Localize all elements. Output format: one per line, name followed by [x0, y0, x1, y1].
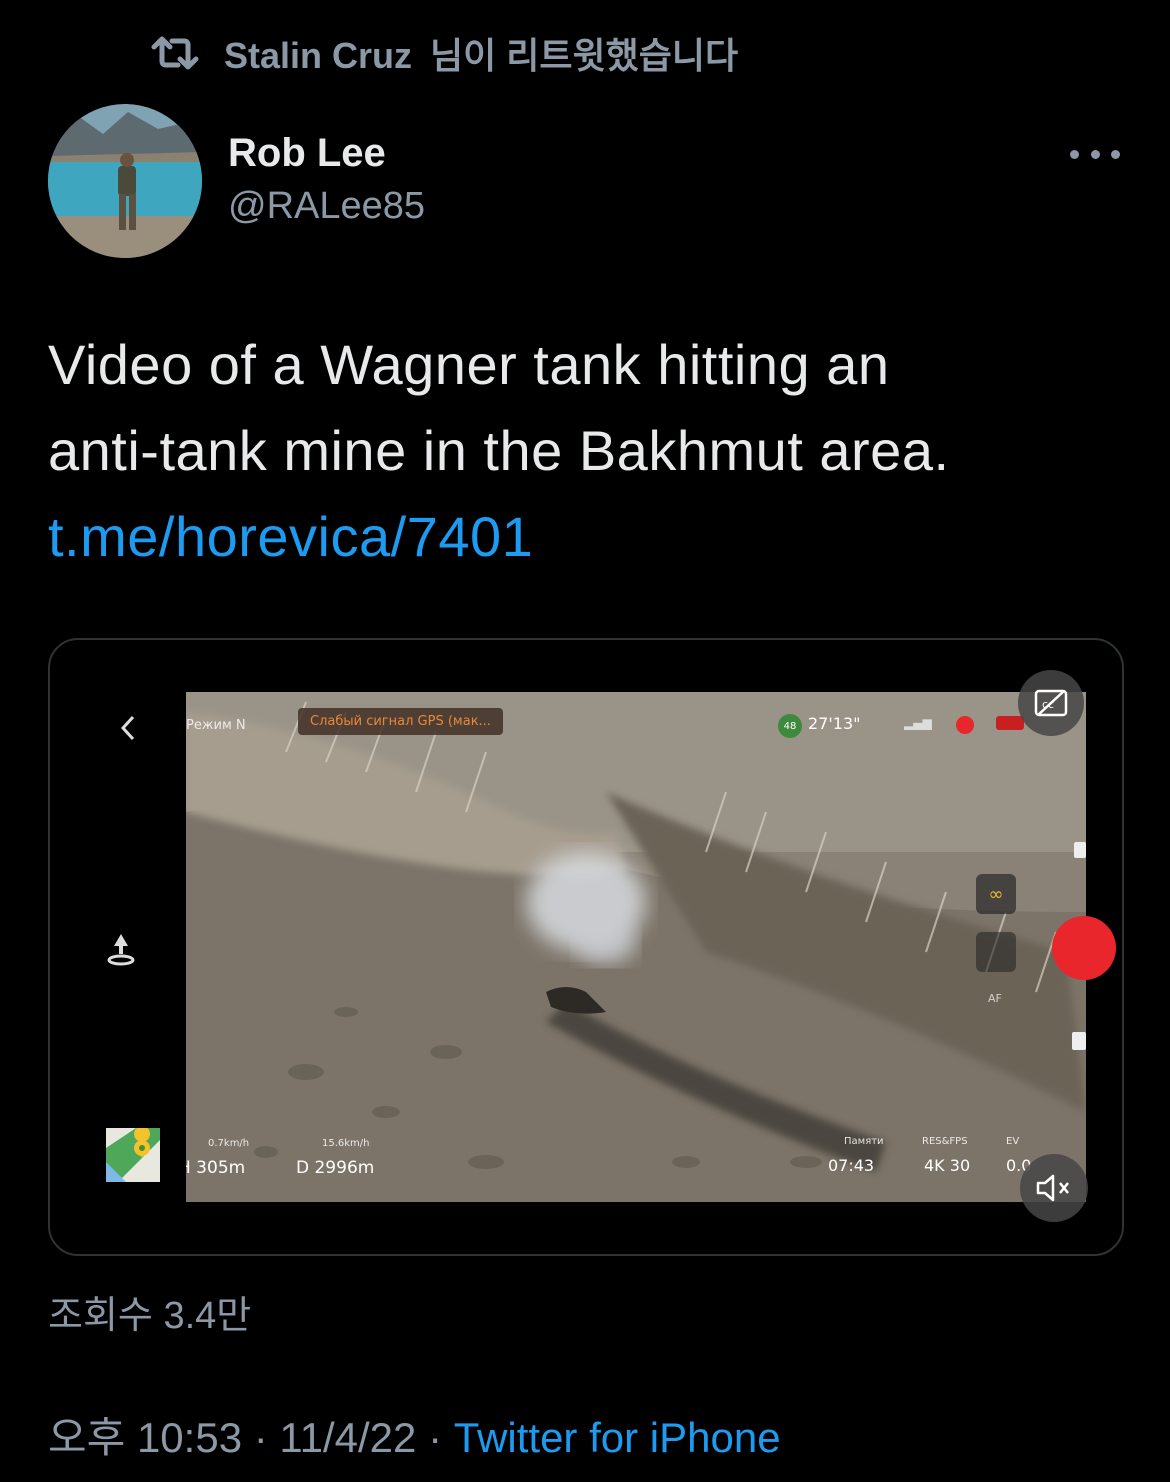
storage-label: Памяти — [844, 1136, 884, 1147]
view-count-label: 조회수 — [48, 1295, 153, 1337]
storage-time: 07:43 — [828, 1156, 875, 1175]
tweet-meta: 오후 10:53 · 11/4/22 · Twitter for iPhone — [48, 1404, 781, 1465]
record-button[interactable] — [1052, 916, 1116, 980]
tweet-text-line: Video of a Wagner tank hitting an — [48, 333, 890, 396]
retweeter-name[interactable]: Stalin Cruz — [224, 35, 412, 76]
takeoff-icon — [107, 934, 135, 966]
video-player[interactable]: Режим N Слабый сигнал GPS (мак... 48 27'… — [48, 638, 1124, 1256]
mute-button[interactable] — [1020, 1154, 1088, 1222]
author-block: Rob Lee @RALee85 — [228, 128, 425, 234]
binoculars-icon[interactable]: ∞ — [976, 874, 1016, 914]
more-options-icon[interactable] — [1070, 136, 1120, 172]
meta-separator: · — [242, 1414, 280, 1461]
back-chevron-icon — [120, 715, 135, 741]
view-count-value: 3.4만 — [163, 1295, 252, 1337]
avatar[interactable] — [48, 104, 202, 258]
captions-button[interactable]: cc — [1018, 670, 1084, 736]
author-name[interactable]: Rob Lee — [228, 128, 425, 178]
height-readout: H 305m — [186, 1158, 246, 1178]
closed-captions-icon: cc — [1034, 689, 1068, 717]
vertical-speed: 15.6km/h — [322, 1138, 370, 1149]
speaker-muted-icon — [1036, 1174, 1069, 1202]
tweet-text-line: anti-tank mine in the Bakhmut area. — [48, 419, 950, 482]
distance-readout: D 2996m — [296, 1158, 375, 1178]
resolution: 4K 30 — [924, 1156, 971, 1175]
tweet-text: Video of a Wagner tank hitting an anti-t… — [48, 322, 1128, 580]
battery-badge: 48 — [778, 714, 802, 738]
author-handle[interactable]: @RALee85 — [228, 178, 425, 234]
meta-separator: · — [416, 1414, 454, 1461]
video-still — [186, 692, 1086, 1202]
ev-label: EV — [1006, 1136, 1020, 1147]
retweet-suffix: 님이 리트윗했습니다 — [430, 35, 739, 76]
retweet-icon — [151, 36, 199, 70]
video-frame[interactable]: Режим N Слабый сигнал GPS (мак... 48 27'… — [186, 692, 1086, 1202]
res-label: RES&FPS — [922, 1136, 968, 1147]
retweet-context: Stalin Cruz 님이 리트윗했습니다 — [148, 28, 738, 78]
signal-icon: ▂▄▆ — [904, 716, 932, 730]
focus-mode-button[interactable] — [976, 932, 1016, 972]
tweet-source[interactable]: Twitter for iPhone — [454, 1414, 781, 1461]
tweet-time[interactable]: 오후 10:53 — [48, 1414, 242, 1461]
af-label: AF — [988, 992, 1002, 1005]
horizontal-speed: 0.7km/h — [208, 1138, 250, 1149]
alert-icon — [996, 716, 1024, 730]
map-icon — [106, 1128, 160, 1182]
tweet-link[interactable]: t.me/horevica/7401 — [48, 494, 1128, 580]
playback-icon[interactable] — [1072, 1032, 1086, 1050]
flight-time: 27'13" — [808, 714, 861, 733]
flight-mode-label: Режим N — [186, 718, 246, 733]
tweet-date[interactable]: 11/4/22 — [279, 1414, 416, 1461]
record-status-icon — [956, 716, 974, 734]
gps-warning: Слабый сигнал GPS (мак... — [298, 708, 503, 735]
camera-settings-icon[interactable] — [1074, 842, 1086, 858]
view-count[interactable]: 조회수 3.4만 — [48, 1284, 251, 1339]
